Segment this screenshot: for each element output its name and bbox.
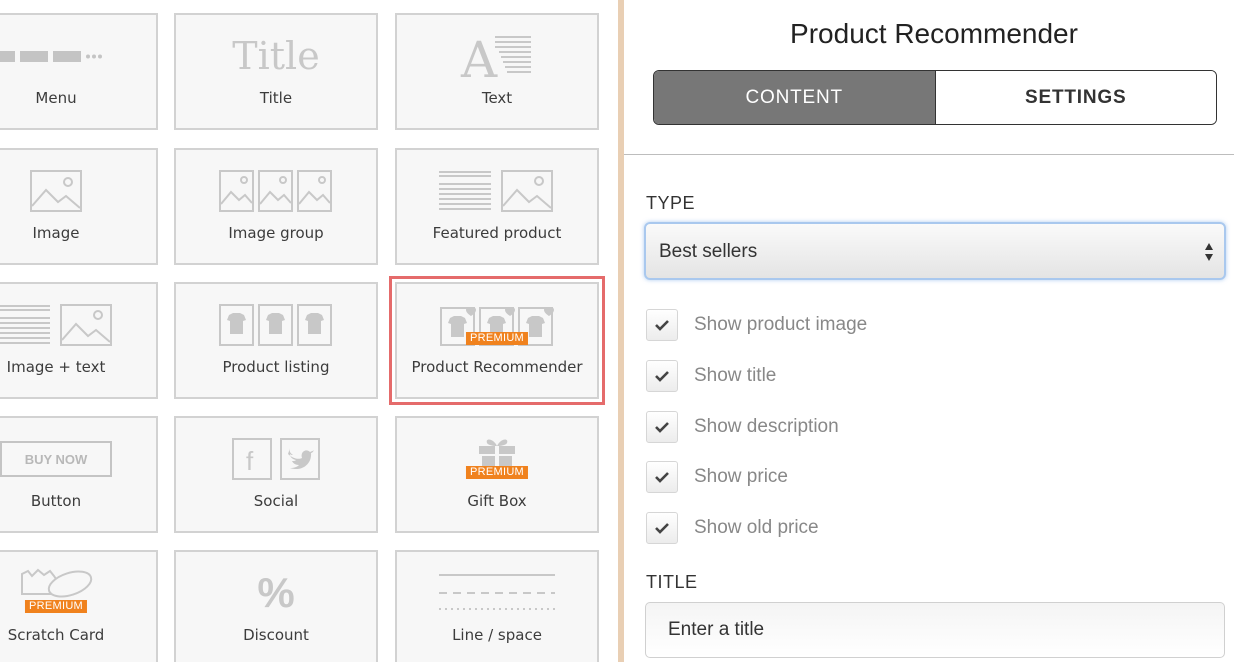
- tab-settings[interactable]: SETTINGS: [934, 71, 1216, 124]
- checkmark-icon: [655, 472, 669, 483]
- block-label: Text: [481, 89, 513, 107]
- block-title[interactable]: Title Title: [174, 13, 378, 130]
- premium-badge: PREMIUM: [465, 332, 529, 345]
- checkbox[interactable]: [646, 309, 678, 341]
- block-settings-panel: Product Recommender CONTENT SETTINGS TYP…: [624, 0, 1234, 662]
- checkbox[interactable]: [646, 461, 678, 493]
- type-select[interactable]: Best sellers: [644, 222, 1226, 280]
- title-label: TITLE: [646, 572, 698, 592]
- block-social[interactable]: f Social: [174, 416, 378, 533]
- checkbox[interactable]: [646, 360, 678, 392]
- checkmark-icon: [655, 320, 669, 331]
- image-group-icon: [176, 160, 376, 222]
- menu-icon: [0, 25, 156, 87]
- gift-box-icon: [397, 428, 597, 490]
- image-icon: [0, 160, 156, 222]
- checkmark-icon: [655, 523, 669, 534]
- block-label: Discount: [243, 626, 309, 644]
- block-label: Featured product: [432, 224, 562, 242]
- svg-text:A: A: [460, 31, 498, 89]
- block-label: Scratch Card: [7, 626, 105, 644]
- block-label: Line / space: [452, 626, 542, 644]
- line-space-icon: [397, 562, 597, 624]
- block-image[interactable]: Image: [0, 148, 158, 265]
- checkbox-label: Show price: [694, 466, 788, 487]
- block-label: Social: [253, 492, 299, 510]
- blocks-panel: Menu Title Title A Text Image Image grou…: [0, 0, 618, 662]
- checkbox-show-price[interactable]: Show price: [646, 460, 788, 494]
- block-gift-box[interactable]: PREMIUM Gift Box: [395, 416, 599, 533]
- button-icon: BUY NOW: [0, 428, 156, 490]
- tab-content[interactable]: CONTENT: [654, 71, 935, 124]
- block-label: Button: [30, 492, 82, 510]
- block-product-recommender[interactable]: PREMIUM Product Recommender: [389, 276, 605, 405]
- block-label: Menu: [35, 89, 77, 107]
- block-label: Title: [259, 89, 293, 107]
- scratch-card-icon: [0, 562, 156, 624]
- checkbox-label: Show old price: [694, 517, 819, 538]
- type-label: TYPE: [646, 193, 696, 213]
- type-select-value: Best sellers: [659, 241, 758, 262]
- title-icon: Title: [176, 25, 376, 87]
- title-icon-text: Title: [232, 34, 320, 78]
- discount-icon: %: [176, 562, 376, 624]
- checkmark-icon: [655, 422, 669, 433]
- checkbox-show-old-price[interactable]: Show old price: [646, 511, 819, 545]
- checkmark-icon: [655, 371, 669, 382]
- block-menu[interactable]: Menu: [0, 13, 158, 130]
- svg-text:f: f: [246, 446, 254, 476]
- percent-icon-text: %: [257, 569, 295, 616]
- premium-badge: PREMIUM: [465, 466, 529, 479]
- checkbox-label: Show title: [694, 365, 777, 386]
- block-label: Product Recommender: [411, 358, 583, 376]
- divider-line: [624, 154, 1234, 155]
- panel-title: Product Recommender: [790, 18, 1078, 49]
- block-featured-product[interactable]: Featured product: [395, 148, 599, 265]
- checkbox-show-product-image[interactable]: Show product image: [646, 308, 867, 342]
- block-button[interactable]: BUY NOW Button: [0, 416, 158, 533]
- text-icon: A: [397, 25, 597, 89]
- block-text[interactable]: A Text: [395, 13, 599, 130]
- social-icon: f: [176, 428, 376, 490]
- block-label: Product listing: [222, 358, 330, 376]
- block-product-listing[interactable]: Product listing: [174, 282, 378, 399]
- block-image-text[interactable]: Image + text: [0, 282, 158, 399]
- checkbox-show-description[interactable]: Show description: [646, 410, 839, 444]
- block-label: Gift Box: [467, 492, 527, 510]
- buy-now-icon-text: BUY NOW: [0, 441, 112, 477]
- block-discount[interactable]: % Discount: [174, 550, 378, 662]
- checkbox[interactable]: [646, 512, 678, 544]
- title-input[interactable]: [645, 602, 1225, 658]
- checkbox-label: Show description: [694, 416, 839, 437]
- product-listing-icon: [176, 294, 376, 356]
- product-recommender-icon: [397, 294, 597, 356]
- premium-badge: PREMIUM: [24, 600, 88, 613]
- featured-product-icon: [397, 160, 597, 222]
- block-scratch-card[interactable]: PREMIUM Scratch Card: [0, 550, 158, 662]
- block-label: Image group: [228, 224, 324, 242]
- select-arrows-icon: [1205, 243, 1213, 261]
- checkbox-show-title[interactable]: Show title: [646, 359, 776, 393]
- block-label: Image + text: [6, 358, 106, 376]
- image-text-icon: [0, 294, 156, 356]
- block-label: Image: [32, 224, 80, 242]
- checkbox[interactable]: [646, 411, 678, 443]
- tab-bar: CONTENT SETTINGS: [653, 70, 1217, 125]
- checkbox-label: Show product image: [694, 314, 868, 335]
- block-line-space[interactable]: Line / space: [395, 550, 599, 662]
- block-image-group[interactable]: Image group: [174, 148, 378, 265]
